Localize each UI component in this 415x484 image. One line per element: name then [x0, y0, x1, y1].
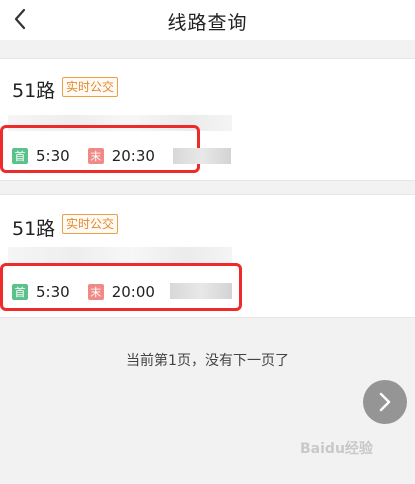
next-page-button[interactable]: [363, 380, 407, 424]
service-hours: 首 5:30 末 20:30: [12, 147, 155, 165]
realtime-bus-badge: 实时公交: [62, 214, 119, 234]
blurred-route-stops: [8, 247, 232, 263]
service-hours: 首 5:30 末 20:00: [12, 283, 155, 301]
first-bus-time: 5:30: [36, 283, 70, 301]
pagination-status: 当前第1页，没有下一页了: [126, 353, 289, 369]
last-bus-time: 20:00: [111, 283, 155, 301]
first-bus-tag: 首: [12, 284, 28, 300]
last-bus-tag: 末: [87, 284, 104, 300]
chevron-right-icon: [379, 392, 391, 412]
last-bus-tag: 末: [87, 148, 104, 164]
first-bus-time: 5:30: [36, 147, 70, 165]
realtime-bus-badge: 实时公交: [62, 77, 119, 97]
first-bus-tag: 首: [12, 148, 28, 164]
route-card[interactable]: 51路 实时公交 首 5:30 末 20:30: [0, 58, 415, 181]
route-name: 51路: [12, 80, 56, 102]
watermark: Baidu经验: [300, 441, 373, 457]
page-title: 线路查询: [167, 12, 248, 34]
route-card[interactable]: 51路 实时公交 首 5:30 末 20:00: [0, 194, 415, 318]
blurred-price: [173, 148, 231, 164]
blurred-price: [170, 283, 232, 299]
route-name: 51路: [12, 218, 56, 240]
app-header: 线路查询: [0, 0, 415, 40]
last-bus-time: 20:30: [111, 147, 155, 165]
